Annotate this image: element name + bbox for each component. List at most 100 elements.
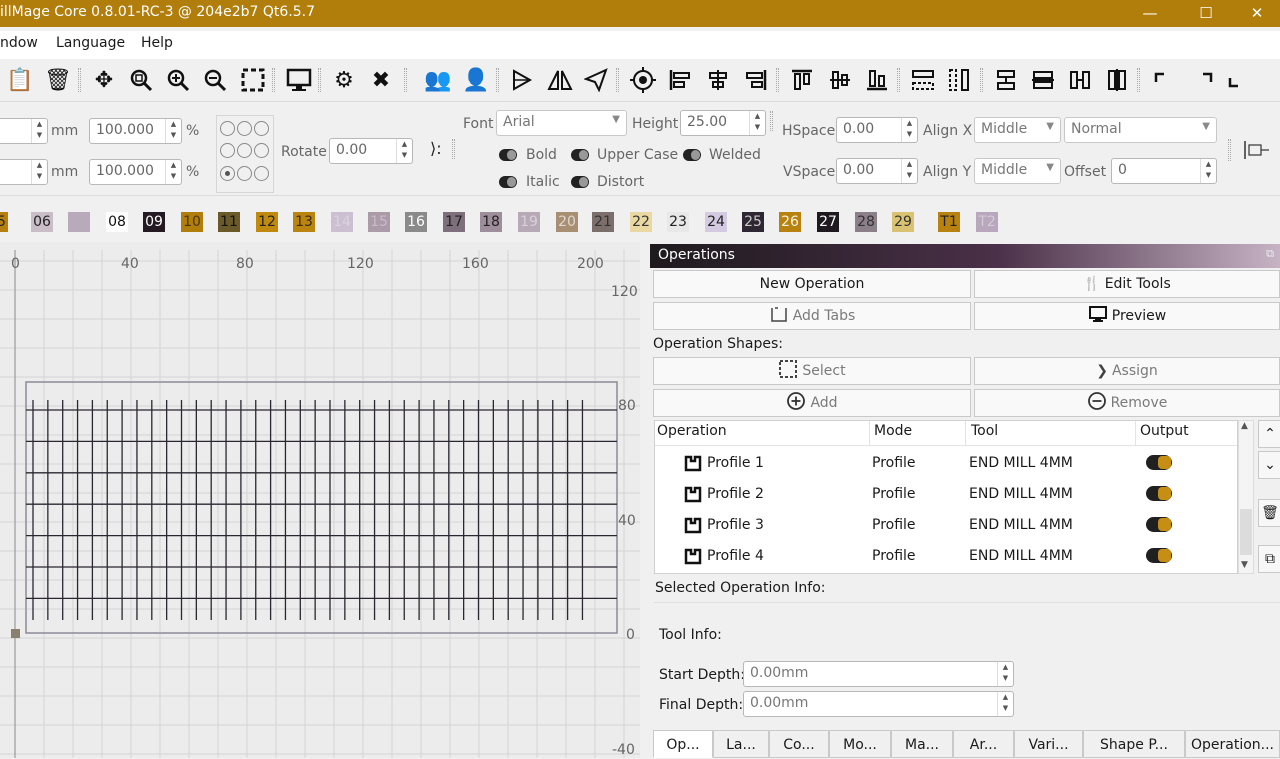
upper-case-toggle[interactable] bbox=[571, 149, 589, 161]
layer-color-chip[interactable]: 14 bbox=[331, 212, 353, 232]
layer-color-chip[interactable]: 12 bbox=[256, 212, 278, 232]
target-icon[interactable] bbox=[627, 64, 659, 96]
scroll-up-icon[interactable]: ▲ bbox=[1241, 421, 1248, 431]
anchor-radio[interactable] bbox=[254, 121, 269, 136]
font-select[interactable]: Arial ▼ bbox=[496, 110, 627, 136]
tab-operation-properties[interactable]: Operation... bbox=[1185, 730, 1280, 758]
layer-color-chip[interactable]: 29 bbox=[892, 212, 914, 232]
select-shapes-button[interactable]: Select bbox=[653, 357, 971, 385]
start-depth-input[interactable]: 0.00mm ▲ ▼ bbox=[743, 661, 1014, 687]
edit-tools-button[interactable]: 🍴 Edit Tools bbox=[974, 270, 1280, 298]
space-equal-icon[interactable] bbox=[1064, 64, 1096, 96]
scroll-down-icon[interactable]: ▼ bbox=[1241, 560, 1248, 570]
design-canvas[interactable]: 0 40 80 120 160 200 120 80 40 0 -40 bbox=[0, 242, 640, 758]
scale-y-input[interactable]: 100.000 ▲ ▼ bbox=[89, 159, 182, 185]
anchor-radio[interactable] bbox=[254, 166, 269, 181]
zoom-in-icon[interactable] bbox=[162, 64, 194, 96]
layer-color-chip[interactable]: 23 bbox=[667, 212, 689, 232]
anchor-radio-selected[interactable] bbox=[220, 166, 235, 181]
height-input[interactable]: ▲ ▼ bbox=[0, 159, 48, 185]
align-y-select[interactable]: Middle ▼ bbox=[974, 158, 1061, 184]
hspace-input[interactable]: 0.00 ▲ ▼ bbox=[836, 117, 918, 143]
undock-icon[interactable]: ⧉ bbox=[1266, 247, 1274, 261]
align-top-icon[interactable] bbox=[786, 64, 818, 96]
distort-toggle[interactable] bbox=[571, 176, 589, 188]
rotate-input[interactable]: 0.00 ▲ ▼ bbox=[329, 138, 413, 164]
menu-help[interactable]: Help bbox=[141, 35, 173, 51]
layer-color-chip[interactable]: 08 bbox=[106, 212, 128, 232]
layer-color-chip[interactable]: T1 bbox=[938, 212, 960, 232]
zoom-fit-icon[interactable] bbox=[125, 64, 157, 96]
layer-color-chip[interactable] bbox=[68, 212, 90, 232]
space-vertical-icon[interactable] bbox=[1027, 64, 1059, 96]
layer-color-chip[interactable]: 17 bbox=[443, 212, 465, 232]
menu-language[interactable]: Language bbox=[56, 35, 125, 51]
welded-toggle[interactable] bbox=[683, 149, 701, 161]
layer-color-chip[interactable]: 25 bbox=[742, 212, 764, 232]
bold-toggle[interactable] bbox=[499, 149, 517, 161]
final-depth-input[interactable]: 0.00mm ▲ ▼ bbox=[743, 691, 1014, 717]
layer-color-chip[interactable]: 18 bbox=[480, 212, 502, 232]
tools-icon[interactable]: ✖ bbox=[365, 64, 397, 96]
user-icon[interactable]: 👤 bbox=[460, 64, 492, 96]
layer-color-chip[interactable]: 15 bbox=[368, 212, 390, 232]
anchor-radio[interactable] bbox=[220, 121, 235, 136]
add-shape-button[interactable]: Add bbox=[653, 389, 971, 417]
settings-icon[interactable]: ⚙ bbox=[328, 64, 360, 96]
add-tabs-button[interactable]: Add Tabs bbox=[653, 302, 971, 330]
delete-operation-button[interactable]: 🗑 bbox=[1258, 499, 1280, 527]
layer-color-chip[interactable]: 09 bbox=[143, 212, 165, 232]
tab-materials[interactable]: Ma... bbox=[891, 730, 953, 758]
tab-shape-properties[interactable]: Shape P... bbox=[1083, 730, 1185, 758]
layer-color-chip[interactable]: 26 bbox=[779, 212, 801, 232]
anchor-radio[interactable] bbox=[254, 143, 269, 158]
anchor-radio[interactable] bbox=[237, 166, 252, 181]
layer-color-chip[interactable]: 05 bbox=[0, 212, 8, 232]
paste-icon[interactable]: 📋 bbox=[4, 64, 36, 96]
layer-color-chip[interactable]: 11 bbox=[218, 212, 240, 232]
users-icon[interactable]: 👥 bbox=[422, 64, 454, 96]
tab-layers[interactable]: La... bbox=[713, 730, 769, 758]
scale-x-input[interactable]: 100.000 ▲ ▼ bbox=[89, 118, 182, 144]
new-operation-button[interactable]: New Operation bbox=[653, 270, 971, 298]
align-x-select[interactable]: Middle ▼ bbox=[974, 117, 1061, 143]
table-scrollbar[interactable]: ▲ ▼ bbox=[1238, 420, 1254, 574]
column-header-tool[interactable]: Tool bbox=[971, 423, 998, 439]
space-horizontal-icon[interactable] bbox=[990, 64, 1022, 96]
zoom-out-icon[interactable] bbox=[199, 64, 231, 96]
table-row[interactable]: Profile 4 Profile END MILL 4MM bbox=[655, 541, 1237, 572]
move-up-button[interactable]: ⌃ bbox=[1258, 420, 1280, 448]
display-icon[interactable] bbox=[283, 64, 315, 96]
layer-color-chip[interactable]: 22 bbox=[630, 212, 652, 232]
offset-input[interactable]: 0 ▲ ▼ bbox=[1111, 158, 1217, 184]
layer-color-chip[interactable]: T2 bbox=[976, 212, 998, 232]
text-style-select[interactable]: Normal ▼ bbox=[1064, 117, 1217, 143]
anchor-radio[interactable] bbox=[237, 121, 252, 136]
scrollbar-thumb[interactable] bbox=[1240, 509, 1252, 555]
vspace-input[interactable]: 0.00 ▲ ▼ bbox=[836, 158, 918, 184]
maximize-button[interactable]: ☐ bbox=[1183, 0, 1229, 27]
collapse-icon[interactable]: ⟩: bbox=[430, 139, 442, 158]
mirror-horizontal-icon[interactable] bbox=[506, 64, 538, 96]
layer-color-chip[interactable]: 10 bbox=[181, 212, 203, 232]
anchor-radio[interactable] bbox=[237, 143, 252, 158]
preview-button[interactable]: Preview bbox=[974, 302, 1280, 330]
text-height-input[interactable]: 25.00 ▲ ▼ bbox=[680, 110, 766, 136]
menu-window[interactable]: ndow bbox=[0, 35, 38, 51]
align-right-icon[interactable] bbox=[740, 64, 772, 96]
corner-bottom-icon[interactable] bbox=[1220, 64, 1252, 96]
layer-color-chip[interactable]: 24 bbox=[705, 212, 727, 232]
move-icon[interactable]: ✥ bbox=[88, 64, 120, 96]
minimize-button[interactable]: — bbox=[1127, 0, 1173, 27]
output-toggle[interactable] bbox=[1146, 517, 1172, 532]
output-toggle[interactable] bbox=[1146, 548, 1172, 563]
layer-color-chip[interactable]: 16 bbox=[405, 212, 427, 232]
italic-toggle[interactable] bbox=[499, 176, 517, 188]
layer-color-chip[interactable]: 27 bbox=[817, 212, 839, 232]
column-header-mode[interactable]: Mode bbox=[874, 423, 912, 439]
align-center-icon[interactable] bbox=[702, 64, 734, 96]
corner-top-left-icon[interactable] bbox=[1146, 64, 1178, 96]
column-header-operation[interactable]: Operation bbox=[657, 423, 727, 439]
remove-shape-button[interactable]: Remove bbox=[974, 389, 1280, 417]
text-on-path-icon[interactable] bbox=[1242, 139, 1270, 165]
